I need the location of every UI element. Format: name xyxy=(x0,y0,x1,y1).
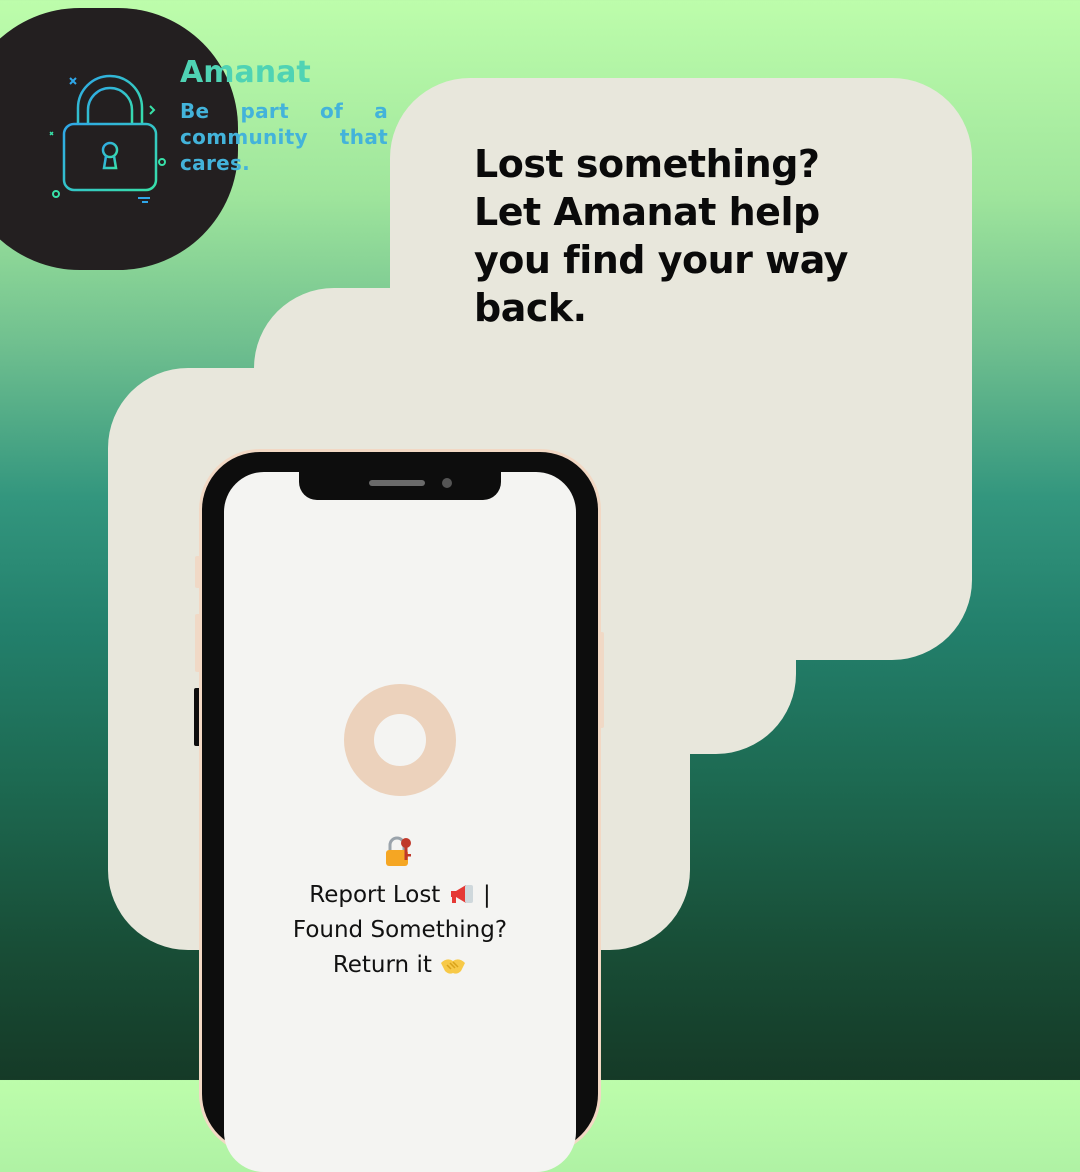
phone-power-button xyxy=(598,632,604,728)
locked-with-key-icon xyxy=(386,836,411,866)
brand-tagline: Be part of a community that cares. xyxy=(180,99,388,175)
phone-mute-switch xyxy=(195,556,202,588)
report-lost-text: Report Lost xyxy=(309,882,441,908)
donut-shape xyxy=(344,684,456,796)
handshake-icon xyxy=(441,959,466,974)
phone-volume-down-button xyxy=(194,688,202,746)
screen-message: Report Lost | Found Something? Return it xyxy=(224,878,576,983)
megaphone-icon xyxy=(450,885,473,903)
phone-camera xyxy=(442,478,452,488)
found-something-text: Found Something? xyxy=(292,917,508,943)
line-separator: | xyxy=(482,882,491,908)
screen-line-3: Return it xyxy=(224,948,576,983)
padlock-logo-icon xyxy=(49,74,166,203)
phone-mockup: Report Lost | Found Something? Return it xyxy=(202,452,598,1172)
screen-line-1: Report Lost | xyxy=(224,878,576,913)
phone-notch xyxy=(299,472,501,500)
phone-screen: Report Lost | Found Something? Return it xyxy=(224,472,576,1172)
brand-name: Amanat xyxy=(180,55,311,90)
headline: Lost something? Let Amanat help you find… xyxy=(474,142,848,330)
return-it-text: Return it xyxy=(332,952,432,978)
phone-speaker xyxy=(369,480,425,486)
phone-volume-up-button xyxy=(195,614,202,672)
